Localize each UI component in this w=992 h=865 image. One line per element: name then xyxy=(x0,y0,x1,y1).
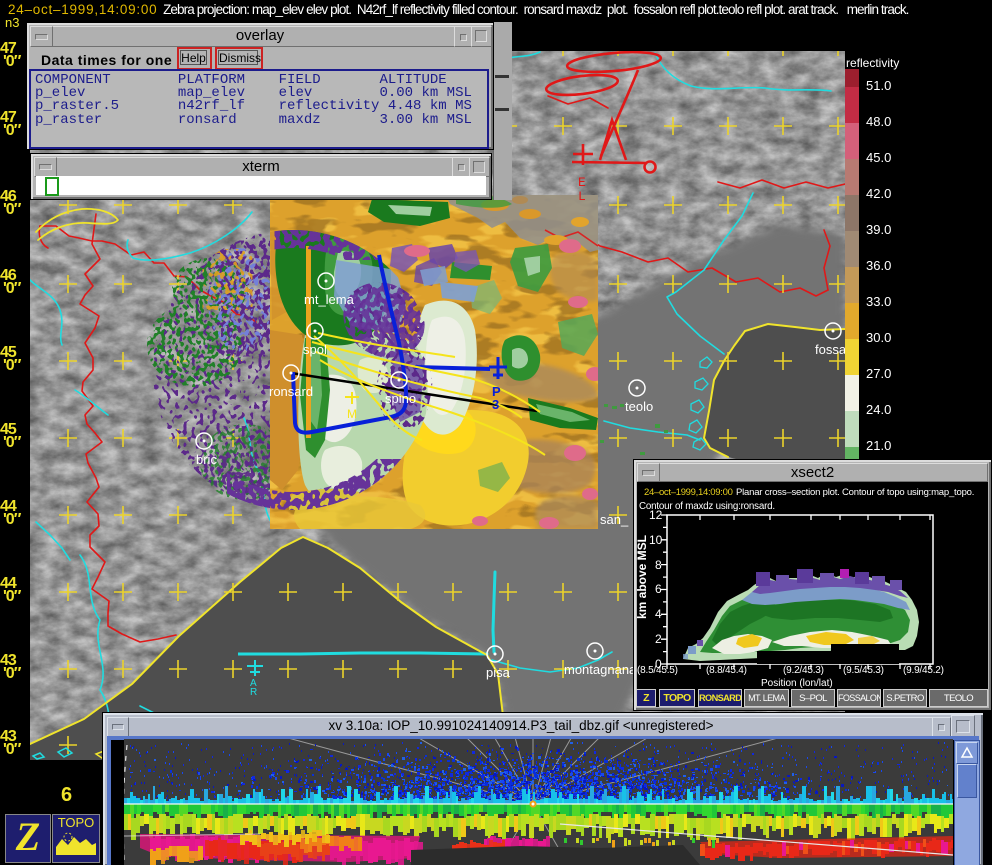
svg-text:2: 2 xyxy=(655,632,662,646)
svg-text:8: 8 xyxy=(655,558,662,572)
svg-text:fossalo: fossalo xyxy=(815,342,845,357)
svg-text:(8.5/45.5): (8.5/45.5) xyxy=(637,665,678,676)
svg-text:(9.9/45.2): (9.9/45.2) xyxy=(903,665,944,676)
svg-text:(9.5/45.3): (9.5/45.3) xyxy=(843,665,884,676)
svg-text:mt_lema: mt_lema xyxy=(304,292,355,307)
svg-text:bric: bric xyxy=(196,452,217,467)
svg-text:L: L xyxy=(578,189,586,204)
svg-text:Position (lon/lat): Position (lon/lat) xyxy=(761,678,833,689)
svg-text:ronsard: ronsard xyxy=(269,384,313,399)
svg-text:12: 12 xyxy=(649,508,663,522)
svg-text:km above MSL: km above MSL xyxy=(636,535,649,619)
svg-text:E: E xyxy=(578,175,586,190)
svg-text:(9.2/45.3): (9.2/45.3) xyxy=(783,665,824,676)
svg-text:teolo: teolo xyxy=(625,399,653,414)
svg-text:pisa: pisa xyxy=(486,665,511,680)
svg-text:R: R xyxy=(250,687,257,698)
svg-text:spol: spol xyxy=(303,342,327,357)
svg-text:Planar cross–section plot. Co: Planar cross–section plot. Contour of to… xyxy=(736,487,974,498)
svg-text:10: 10 xyxy=(649,533,663,547)
svg-text:montagnana: montagnana xyxy=(564,662,637,677)
svg-text:6: 6 xyxy=(655,582,662,596)
svg-text:spino: spino xyxy=(385,391,416,406)
svg-text:3: 3 xyxy=(492,397,499,412)
svg-text:M: M xyxy=(347,407,357,421)
svg-text:4: 4 xyxy=(655,607,662,621)
svg-text:24–oct–1999,14:09:00: 24–oct–1999,14:09:00 xyxy=(644,487,733,498)
svg-text:san_: san_ xyxy=(600,512,629,527)
svg-text:(8.8/45.4): (8.8/45.4) xyxy=(706,665,747,676)
